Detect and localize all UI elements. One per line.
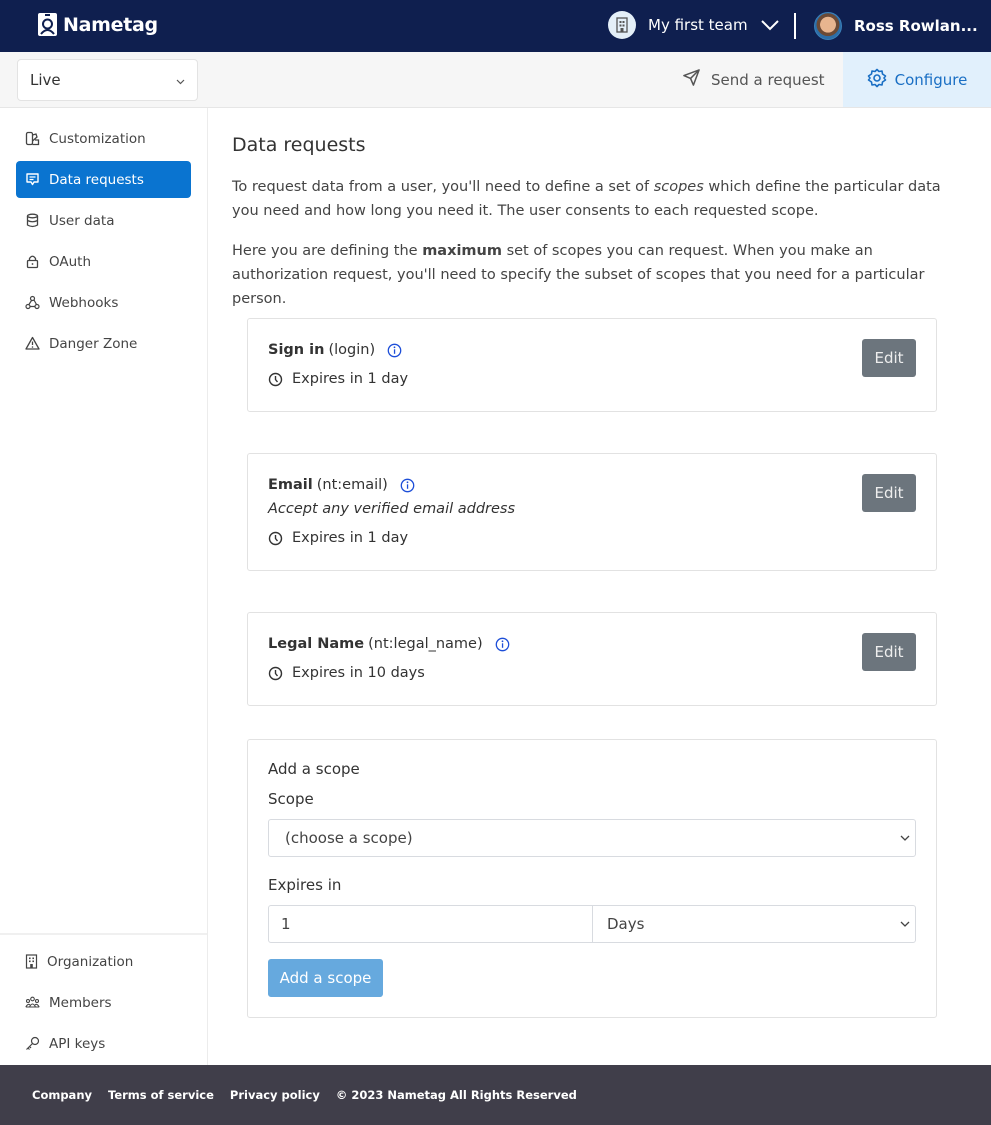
sub-toolbar: Live Send a request Configure — [0, 52, 991, 108]
intro-paragraph: To request data from a user, you'll need… — [232, 179, 941, 219]
scope-select[interactable]: (choose a scope) — [268, 819, 916, 857]
team-switcher[interactable]: My first team — [608, 11, 780, 39]
building-icon — [25, 954, 38, 969]
palette-icon — [25, 131, 40, 146]
info-icon[interactable] — [387, 343, 402, 358]
edit-scope-button[interactable]: Edit — [862, 474, 916, 512]
send-request-button[interactable]: Send a request — [682, 52, 825, 107]
info-icon[interactable] — [495, 637, 510, 652]
add-scope-form: Add a scope Scope (choose a scope) Expir… — [247, 739, 937, 1018]
user-avatar — [814, 12, 842, 40]
webhook-icon — [25, 295, 40, 310]
scope-expiry: Expires in 1 day — [268, 530, 408, 546]
expires-field-label: Expires in — [268, 876, 342, 894]
gear-icon — [867, 68, 887, 92]
sidebar-item-customization[interactable]: Customization — [16, 120, 191, 157]
scope-description: Accept any verified email address — [268, 501, 516, 517]
expires-unit-select[interactable]: Days — [592, 905, 916, 943]
team-name: My first team — [648, 16, 748, 34]
scope-expiry: Expires in 1 day — [268, 371, 408, 387]
sidebar-item-webhooks[interactable]: Webhooks — [16, 284, 191, 321]
footer-link-privacy[interactable]: Privacy policy — [230, 1088, 320, 1102]
scope-card: Legal Name (nt:legal_name) Expires in 10… — [247, 612, 937, 706]
info-icon[interactable] — [400, 478, 415, 493]
top-navbar: Nametag My first team Ross Rowlan... — [0, 0, 991, 52]
sidebar-item-data-requests[interactable]: Data requests — [16, 161, 191, 198]
chevron-down-icon — [760, 16, 780, 35]
scope-card: Sign in (login) Expires in 1 day Edit — [247, 318, 937, 412]
sidebar-item-label: Data requests — [49, 171, 144, 188]
building-icon — [608, 11, 636, 39]
scope-expiry: Expires in 10 days — [268, 665, 425, 681]
page-title: Data requests — [232, 134, 366, 156]
sidebar-item-label: OAuth — [49, 253, 92, 270]
sidebar-item-user-data[interactable]: User data — [16, 202, 191, 239]
user-menu[interactable]: Ross Rowlan... — [814, 12, 978, 40]
clock-icon — [268, 666, 283, 680]
expires-amount-input[interactable]: 1 — [268, 905, 593, 943]
send-icon — [682, 68, 701, 91]
sidebar-item-members[interactable]: Members — [16, 984, 191, 1021]
lock-icon — [26, 255, 39, 269]
copyright: © 2023 Nametag All Rights Reserved — [335, 1088, 577, 1102]
footer-link-terms[interactable]: Terms of service — [108, 1088, 214, 1102]
footer: Company Terms of service Privacy policy … — [0, 1065, 991, 1125]
sidebar-item-api-keys[interactable]: API keys — [16, 1025, 191, 1062]
clock-icon — [268, 372, 283, 386]
brand-logo[interactable]: Nametag — [38, 13, 158, 36]
key-icon — [26, 1036, 40, 1050]
configure-label: Configure — [894, 70, 968, 89]
chevron-down-icon — [176, 71, 185, 89]
database-icon — [26, 213, 39, 228]
sidebar-item-label: User data — [49, 212, 115, 229]
sidebar-item-label: API keys — [49, 1035, 106, 1052]
nav-divider — [794, 13, 796, 39]
sidebar-item-oauth[interactable]: OAuth — [16, 243, 191, 280]
configure-tab[interactable]: Configure — [843, 52, 991, 107]
sidebar-item-organization[interactable]: Organization — [16, 943, 191, 980]
sidebar: Customization Data requests User data OA… — [0, 108, 208, 1065]
scope-title: Legal Name (nt:legal_name) — [268, 636, 510, 652]
users-icon — [25, 996, 40, 1008]
message-icon — [26, 173, 39, 186]
edit-scope-button[interactable]: Edit — [862, 339, 916, 377]
chevron-down-icon — [900, 835, 910, 841]
footer-link-company[interactable]: Company — [32, 1088, 92, 1102]
expires-unit-value: Days — [607, 915, 645, 933]
brand-name: Nametag — [63, 13, 158, 36]
scope-title: Sign in (login) — [268, 342, 402, 358]
scope-field-label: Scope — [268, 790, 314, 808]
sidebar-item-label: Danger Zone — [49, 335, 138, 352]
scope-select-value: (choose a scope) — [285, 829, 413, 847]
sidebar-item-label: Members — [49, 994, 112, 1011]
send-request-label: Send a request — [711, 70, 825, 89]
maximum-scopes-paragraph: Here you are defining the maximum set of… — [232, 243, 925, 307]
edit-scope-button[interactable]: Edit — [862, 633, 916, 671]
sidebar-item-label: Webhooks — [49, 294, 119, 311]
warning-icon — [25, 336, 40, 350]
user-name: Ross Rowlan... — [854, 17, 978, 35]
sidebar-item-label: Customization — [49, 130, 146, 147]
environment-select[interactable]: Live — [17, 59, 198, 101]
sidebar-divider — [0, 933, 207, 935]
sidebar-item-label: Organization — [47, 953, 134, 970]
clock-icon — [268, 531, 283, 545]
add-scope-heading: Add a scope — [268, 760, 360, 778]
environment-value: Live — [30, 71, 61, 89]
nametag-logo-icon — [38, 13, 57, 36]
scope-title: Email (nt:email) — [268, 477, 415, 493]
sidebar-item-danger-zone[interactable]: Danger Zone — [16, 325, 191, 362]
chevron-down-icon — [900, 921, 910, 927]
scope-card: Email (nt:email) Accept any verified ema… — [247, 453, 937, 571]
add-scope-button[interactable]: Add a scope — [268, 959, 383, 997]
